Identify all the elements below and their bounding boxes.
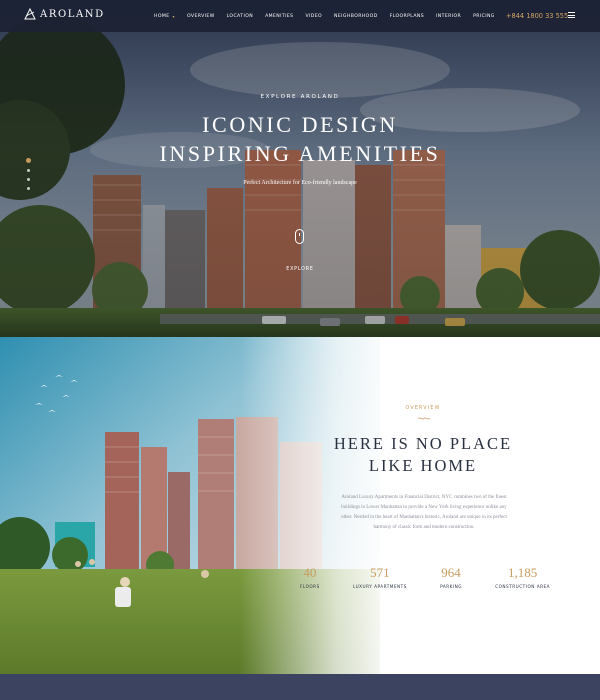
- overview-description-line-1: Aroland Luxury Apartments in Financial D…: [341, 495, 507, 500]
- nav-item-home[interactable]: HOME ▾: [154, 14, 175, 19]
- stat-label: LUXURY APARTMENTS: [352, 584, 407, 589]
- hero-overlay: [0, 0, 600, 337]
- nav-item-home-label: HOME: [154, 13, 170, 19]
- stat-value: 40: [303, 565, 317, 580]
- slider-dot-4[interactable]: [26, 187, 30, 190]
- stats-row: 40 FLOORS 571 LUXURY APARTMENTS 964 PARK…: [300, 565, 550, 589]
- stat-value: 1,185: [507, 565, 538, 580]
- overview-title-line-2: LIKE HOME: [368, 456, 478, 475]
- stat-label: CONSTRUCTION AREA: [495, 584, 550, 589]
- overview-section: OVERVIEW HERE IS NO PLACE LIKE HOME Arol…: [0, 337, 600, 674]
- nav-item-overview[interactable]: OVERVIEW: [187, 14, 215, 19]
- stat-label: PARKING: [440, 584, 462, 589]
- hero-title: ICONIC DESIGN INSPIRING AMENITIES: [0, 110, 600, 168]
- overview-description-line-2: buildings in Lower Manhattan to provide …: [341, 505, 507, 510]
- nav-item-neighborhood[interactable]: NEIGHBORHOOD: [334, 14, 378, 19]
- overview-description-line-3: other. Nestled in the heart of Manhattan…: [341, 515, 507, 520]
- stat-floors: 40 FLOORS: [300, 565, 320, 589]
- next-section-band: [0, 674, 600, 700]
- stat-label: FLOORS: [300, 584, 320, 589]
- overview-title: HERE IS NO PLACE LIKE HOME: [290, 433, 556, 477]
- hamburger-menu-icon[interactable]: [568, 12, 575, 18]
- stat-value: 571: [370, 565, 390, 580]
- stat-construction-area: 1,185 CONSTRUCTION AREA: [495, 565, 550, 589]
- site-header: AROLAND HOME ▾ OVERVIEW LOCATION AMENITI…: [0, 0, 600, 32]
- nav-item-pricing[interactable]: PRICING: [473, 14, 495, 19]
- hero-eyebrow: EXPLORE AROLAND: [260, 94, 340, 100]
- stat-value: 964: [441, 565, 461, 580]
- logo-mark-icon: [24, 8, 36, 20]
- overview-description-line-4: harmony of classic form and modern const…: [373, 525, 475, 530]
- overview-description: Aroland Luxury Apartments in Financial D…: [318, 493, 530, 533]
- overview-title-line-1: HERE IS NO PLACE: [333, 434, 513, 453]
- nav-item-interior[interactable]: INTERIOR: [436, 14, 461, 19]
- hero-subtitle: Perfect Architecture for Eco-friendly la…: [243, 180, 357, 186]
- slider-pagination: [25, 158, 31, 190]
- nav-item-amenities[interactable]: AMENITIES: [265, 14, 293, 19]
- hero-section: EXPLORE AROLAND ICONIC DESIGN INSPIRING …: [0, 0, 600, 337]
- nav-item-floorplans[interactable]: FLOORPLANS: [390, 14, 424, 19]
- overview-eyebrow: OVERVIEW: [405, 406, 441, 411]
- scroll-mouse-icon[interactable]: [295, 229, 304, 244]
- chevron-down-icon: ▾: [172, 13, 175, 19]
- phone-link[interactable]: +844 1800 33 555: [506, 12, 568, 20]
- slider-dot-2[interactable]: [26, 169, 30, 172]
- stat-parking: 964 PARKING: [440, 565, 462, 589]
- hero-title-line-2: INSPIRING AMENITIES: [159, 141, 441, 166]
- ornament-icon: [417, 417, 431, 420]
- nav-item-video[interactable]: VIDEO: [305, 14, 322, 19]
- explore-link[interactable]: EXPLORE: [0, 267, 600, 272]
- hero-title-line-1: ICONIC DESIGN: [202, 112, 398, 137]
- nav-item-location[interactable]: LOCATION: [227, 14, 253, 19]
- slider-dot-1[interactable]: [25, 158, 31, 163]
- site-logo[interactable]: AROLAND: [24, 8, 105, 20]
- logo-text: AROLAND: [40, 8, 105, 20]
- main-nav: HOME ▾ OVERVIEW LOCATION AMENITIES VIDEO…: [154, 0, 507, 32]
- stat-apartments: 571 LUXURY APARTMENTS: [353, 565, 407, 589]
- slider-dot-3[interactable]: [26, 178, 30, 181]
